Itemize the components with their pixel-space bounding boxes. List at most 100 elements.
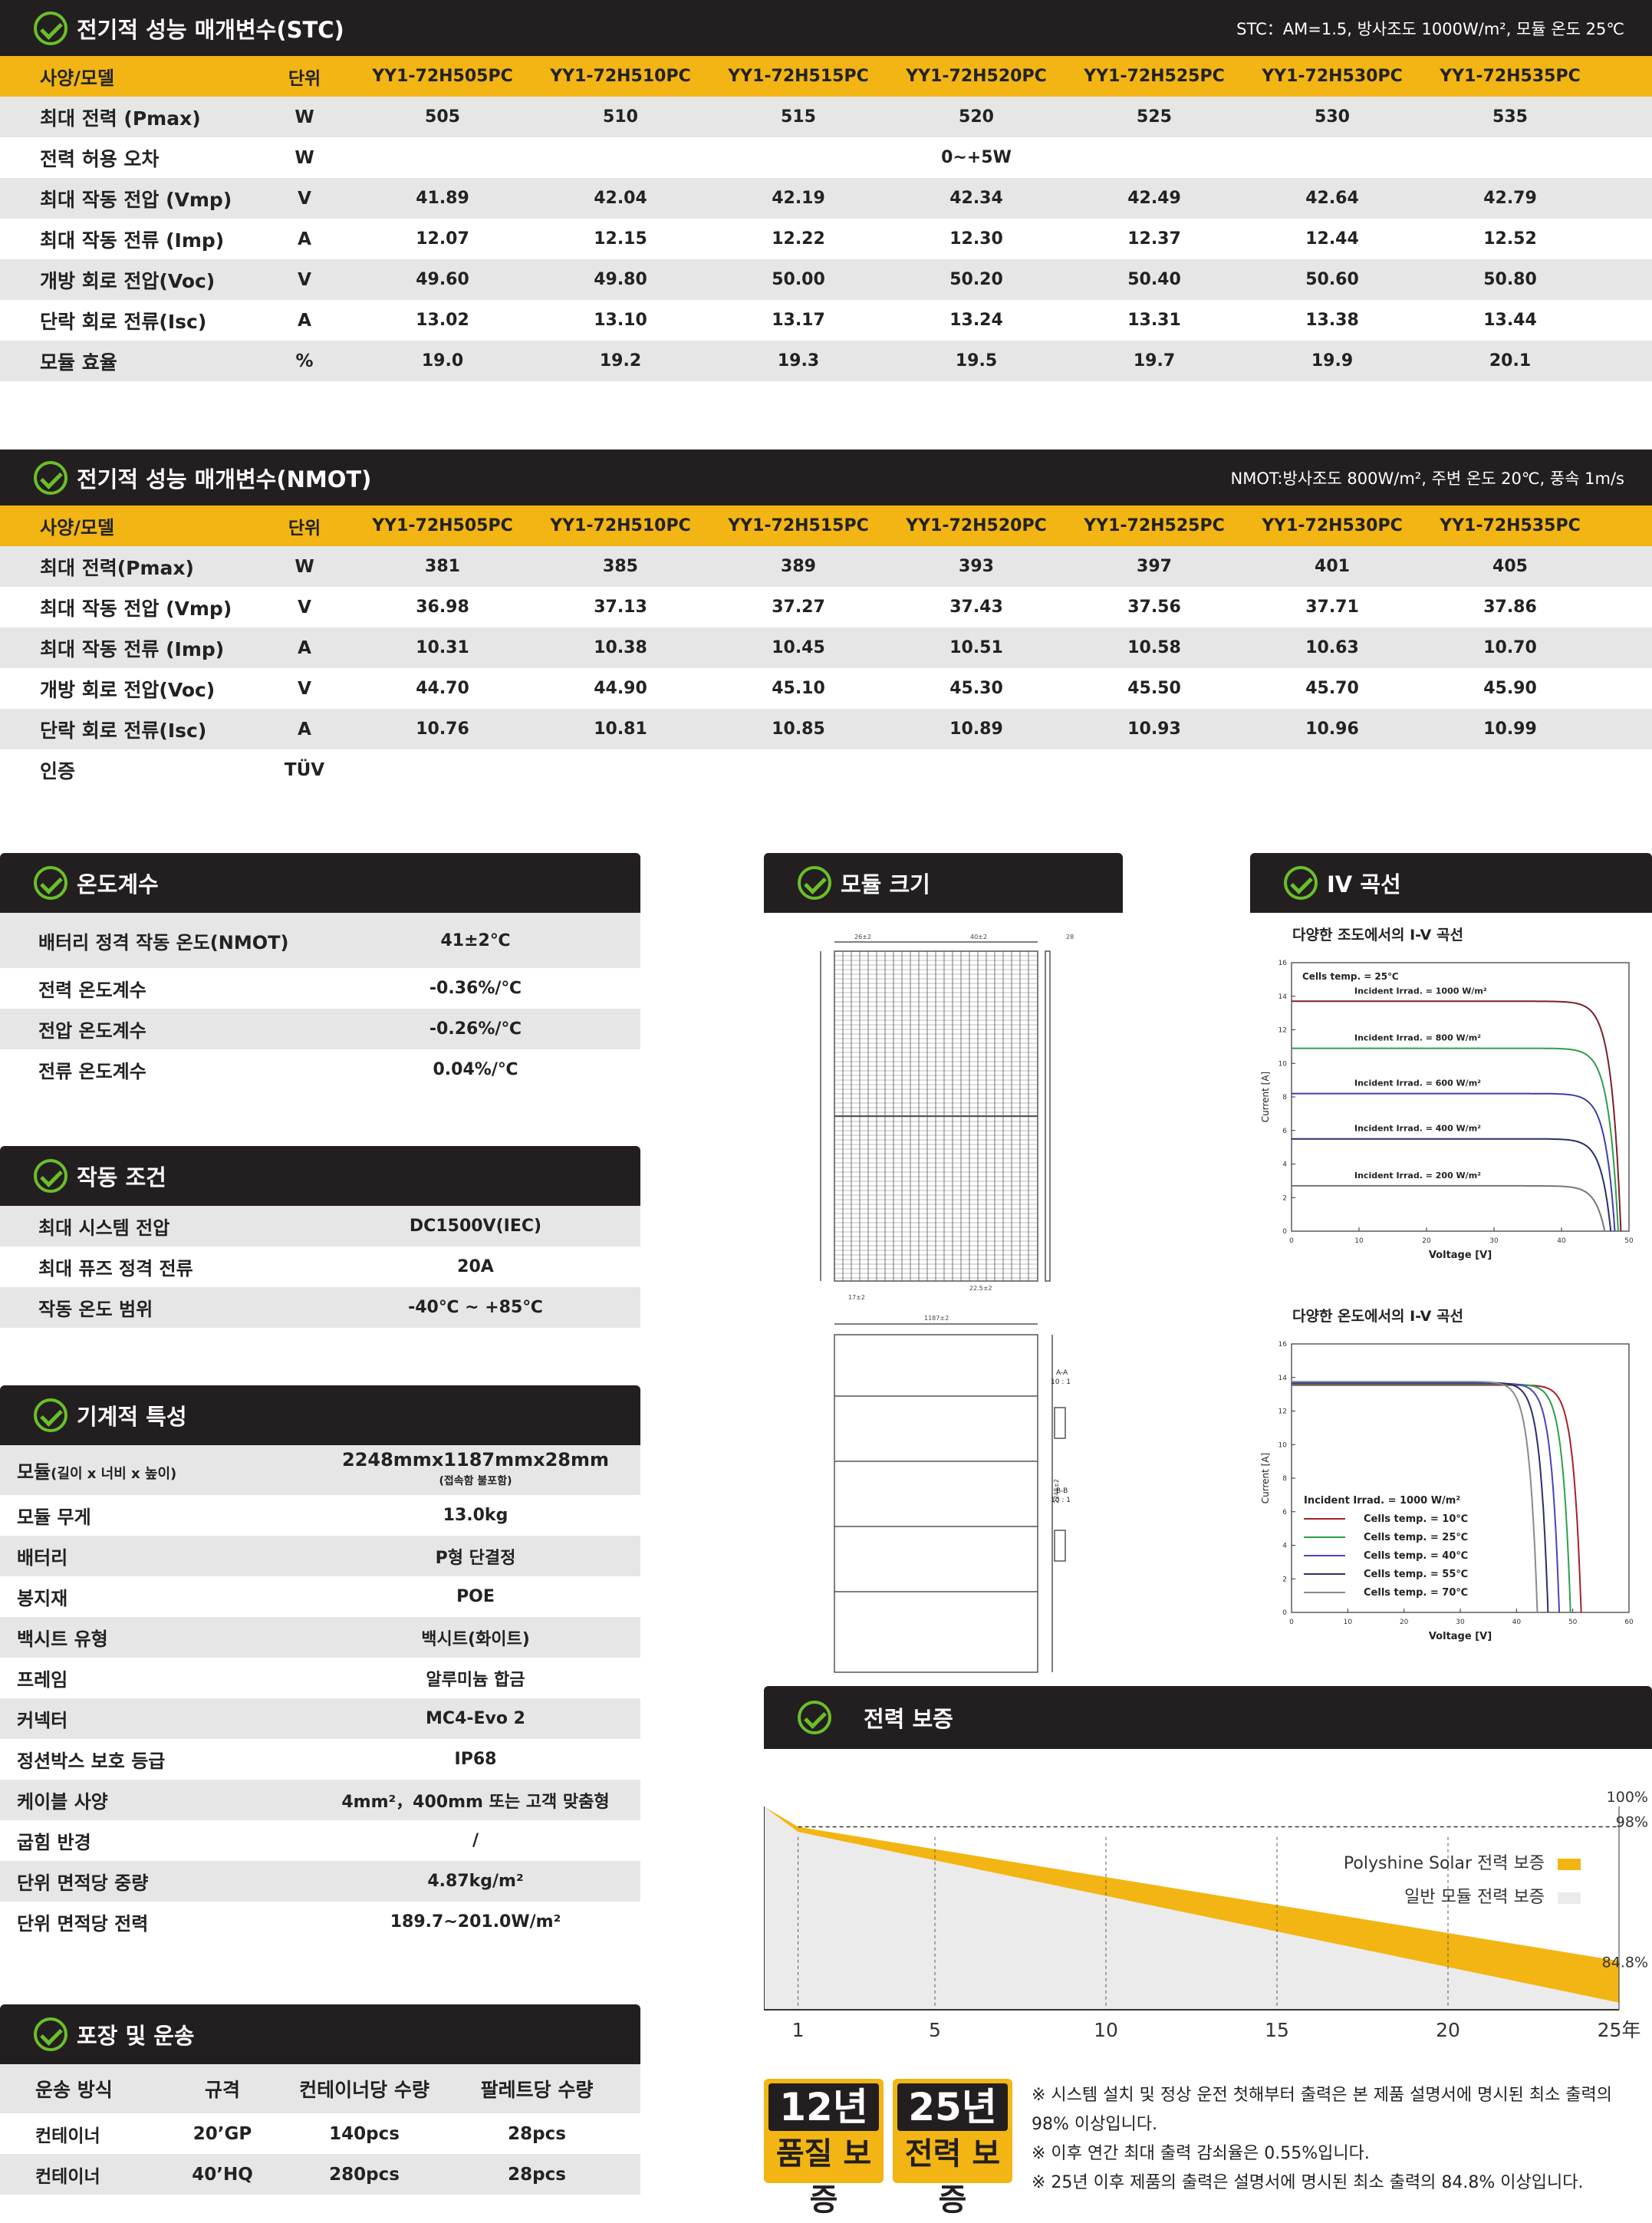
temp-row: 배터리 정격 작동 온도(NMOT) 41±2℃ — [0, 913, 640, 968]
stc-row: 최대 전력 (Pmax) W 505 510 515 520 525 530 535 — [0, 97, 1652, 137]
iv-title-bar: IV 곡선 — [1250, 853, 1652, 913]
section-a-profile — [1054, 1407, 1066, 1439]
stc-cell: 42.19 — [772, 189, 825, 208]
stc-header-cell: YY1-72H515PC — [728, 67, 869, 86]
mech-key: 단위 면적당 전력 — [17, 1913, 149, 1935]
stc-title: 전기적 성능 매개변수(STC) — [77, 16, 344, 43]
temp-value: 0.04%/℃ — [433, 1060, 518, 1079]
pack-cell: 280pcs — [329, 2164, 400, 2185]
stc-header-cell: YY1-72H520PC — [906, 67, 1047, 86]
module-back-frame — [834, 1334, 1038, 1673]
stc-cell: V — [298, 188, 311, 209]
quality-warranty-years: 12년 — [768, 2083, 879, 2131]
y-tick-label: 8 — [1282, 1475, 1287, 1483]
year-tick-label: 10 — [1094, 2019, 1118, 2041]
y-tick-label: 6 — [1282, 1128, 1287, 1135]
stc-cell: 0~+5W — [941, 148, 1012, 167]
mech-key: 단위 면적당 중량 — [17, 1872, 149, 1894]
nmot-row: 인증 TÜV — [0, 749, 1652, 790]
stc-cell: 12.44 — [1305, 229, 1359, 249]
temp-title: 온도계수 — [77, 871, 159, 897]
legend-label: Cells temp. = 40℃ — [1364, 1550, 1468, 1562]
mech-row: 봉지재 POE — [0, 1576, 640, 1617]
nmot-cell: 10.99 — [1483, 720, 1537, 739]
nmot-cell: 10.45 — [772, 638, 825, 657]
stc-cell: 50.80 — [1483, 270, 1537, 289]
mech-row-size: 모듈(길이 x 너비 x 높이) 2248mmx1187mmx28mm (접속함… — [0, 1445, 640, 1495]
iv-series-label: Incident Irrad. = 600 W/m² — [1354, 1079, 1481, 1088]
warranty-note-2: ※ 이후 연간 최대 출력 감쇠율은 0.55%입니다. — [1032, 2144, 1370, 2163]
temp-key: 전압 온도계수 — [38, 1020, 146, 1042]
nmot-cell: 45.10 — [772, 679, 825, 698]
percent-label: 84.8% — [1602, 1954, 1648, 1971]
mech-row: 케이블 사양 4mm²，400mm 또는 고객 맞춤형 — [0, 1780, 640, 1820]
nmot-cell: 385 — [603, 557, 638, 576]
stc-cell: 50.20 — [949, 270, 1003, 289]
stc-cell: 13.24 — [949, 311, 1003, 330]
section-a-scale: 10 : 1 — [1051, 1378, 1071, 1386]
nmot-cell: 10.81 — [594, 720, 647, 739]
x-axis-label: Voltage [V] — [1429, 1250, 1492, 1261]
stc-cell: 42.49 — [1127, 189, 1181, 208]
x-tick-label: 60 — [1624, 1619, 1634, 1626]
nmot-header-row: 사양/모델 단위 YY1-72H505PC YY1-72H510PC YY1-72H51… — [0, 506, 1652, 546]
nmot-row: 최대 작동 전압 (Vmp) V 36.98 37.13 37.27 37.43 37.56… — [0, 587, 1652, 627]
nmot-header-cell: 사양/모델 — [40, 517, 115, 538]
stc-cell: 단락 회로 전류(Isc) — [40, 310, 207, 333]
mech-value: 알루미늄 합금 — [426, 1670, 525, 1690]
stc-cell: 49.80 — [594, 270, 647, 289]
nmot-title-bar: 전기적 성능 매개변수(NMOT) NMOT:방사조도 800W/m², 주변 … — [0, 450, 1652, 506]
nmot-row: 최대 전력(Pmax) W 381 385 389 393 397 401 405 — [0, 546, 1652, 587]
stc-cell: 12.22 — [772, 229, 825, 249]
mech-row: 배터리 P형 단결정 — [0, 1536, 640, 1576]
nmot-header-cell: YY1-72H510PC — [550, 516, 691, 535]
stc-title-bar: 전기적 성능 매개변수(STC) STC：AM=1.5, 방사조도 1000W/… — [0, 0, 1652, 56]
module-side-frame — [1045, 950, 1051, 1282]
mech-size-value: 2248mmx1187mmx28mm — [342, 1448, 609, 1470]
mech-key: 케이블 사양 — [17, 1791, 108, 1813]
stc-row: 개방 회로 전압(Voc) V 49.60 49.80 50.00 50.20 50.40 5… — [0, 259, 1652, 300]
temp-value: -0.26%/℃ — [429, 1019, 522, 1039]
nmot-cell: A — [298, 637, 311, 658]
year-tick-label: 20 — [1436, 2019, 1460, 2041]
quality-warranty-badge: 12년 품질 보증 — [764, 2079, 884, 2218]
stc-cell: 520 — [959, 107, 994, 127]
pack-cell: 28pcs — [508, 2164, 566, 2185]
check-circle-icon — [34, 2017, 67, 2051]
stc-cell: 최대 작동 전류 (Imp) — [40, 229, 225, 252]
stc-cell: W — [295, 147, 314, 168]
warranty-title-bar: 전력 보증 — [764, 1686, 1652, 1749]
stc-cell: 50.00 — [772, 270, 825, 289]
stc-header-cell: YY1-72H525PC — [1084, 67, 1225, 86]
pack-title-bar: 포장 및 운송 — [0, 2004, 640, 2064]
stc-condition-note: STC：AM=1.5, 방사조도 1000W/m², 모듈 온도 25℃ — [1236, 19, 1624, 38]
pack-header-cell: 컨테이너당 수량 — [299, 2079, 429, 2101]
mech-key: 커넥터 — [17, 1710, 68, 1731]
iv-annotation: Incident Irrad. = 1000 W/m² — [1304, 1495, 1460, 1507]
stc-cell: 전력 허용 오차 — [40, 147, 160, 170]
percent-label: 98% — [1616, 1814, 1648, 1831]
mech-row: 굽힘 반경 / — [0, 1820, 640, 1861]
warranty-note-3: ※ 25년 이후 제품의 출력은 설명서에 명시된 최소 출력의 84.8% 이… — [1032, 2173, 1584, 2192]
check-circle-icon — [798, 866, 831, 900]
y-tick-label: 2 — [1282, 1194, 1287, 1202]
legend-swatch — [1558, 1859, 1581, 1870]
stc-header-cell: YY1-72H510PC — [550, 67, 691, 86]
mech-value: MC4-Evo 2 — [426, 1709, 525, 1728]
y-tick-label: 10 — [1278, 1060, 1288, 1068]
nmot-cell: 개방 회로 전압(Voc) — [40, 678, 216, 701]
pack-cell: 28pcs — [508, 2123, 566, 2144]
pack-header-row: 운송 방식 규격 컨테이너당 수량 팔레트당 수량 — [0, 2064, 640, 2113]
nmot-cell: 37.43 — [949, 598, 1003, 617]
mech-size-key-small: (길이 x 너비 x 높이) — [51, 1466, 177, 1482]
oper-value: 20A — [457, 1257, 494, 1276]
nmot-cell: 10.51 — [949, 638, 1003, 657]
mech-key: 모듈 무게 — [17, 1507, 91, 1528]
percent-label: 100% — [1607, 1789, 1648, 1806]
oper-title: 작동 조건 — [77, 1164, 166, 1191]
nmot-cell: 381 — [425, 557, 460, 576]
mech-size-value-small: (접속함 불포함) — [439, 1474, 512, 1487]
stc-row: 최대 작동 전류 (Imp) A 12.07 12.15 12.22 12.30 12.37… — [0, 219, 1652, 259]
dim-26-label: 26±2 — [854, 934, 871, 940]
nmot-cell: 45.50 — [1127, 679, 1181, 698]
